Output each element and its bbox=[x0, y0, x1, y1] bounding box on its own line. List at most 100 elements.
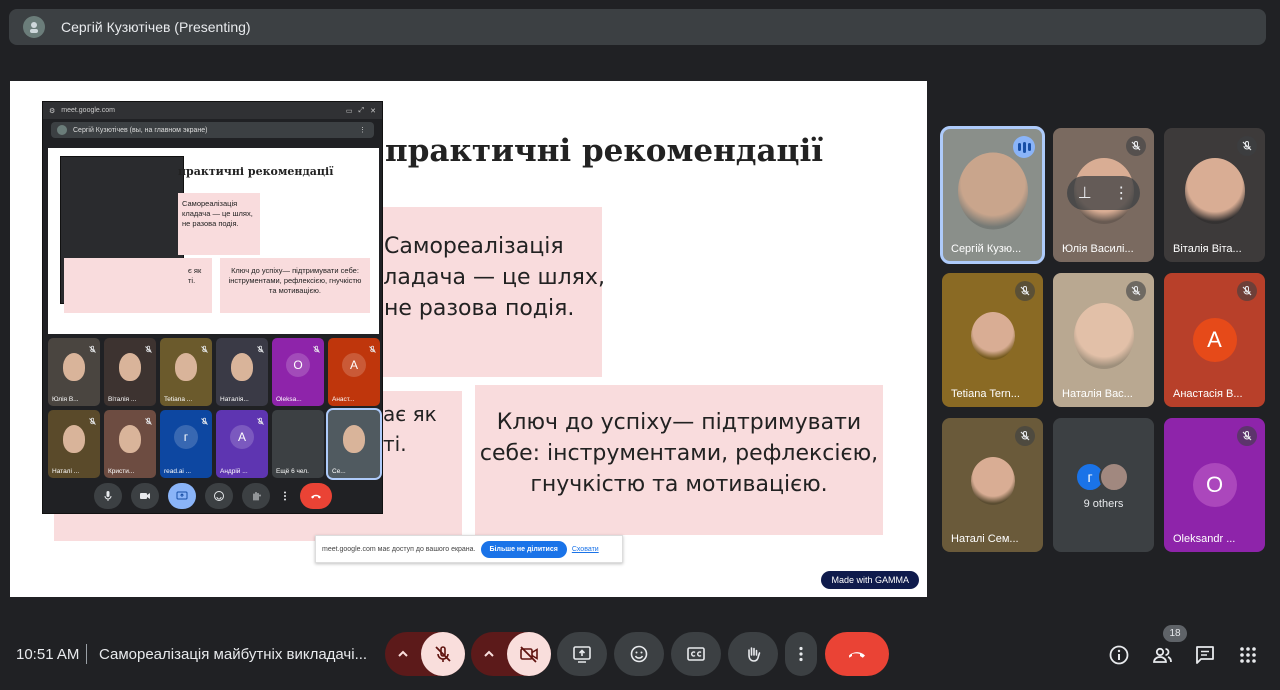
more-options-button[interactable] bbox=[785, 632, 817, 676]
present-button[interactable] bbox=[557, 632, 607, 676]
pip-participant-tile[interactable]: Tetiana ... bbox=[160, 338, 212, 406]
participant-tile[interactable]: Tetiana Tern... bbox=[942, 273, 1043, 407]
camera-toggle-button[interactable] bbox=[507, 632, 551, 676]
meeting-info-button[interactable] bbox=[1106, 642, 1132, 668]
pip-emoji-button[interactable] bbox=[204, 483, 233, 509]
pip-expand-icon[interactable]: ⤢ bbox=[359, 107, 365, 115]
pip-minimize-icon[interactable]: ▭ bbox=[346, 107, 353, 115]
made-with-gamma-badge[interactable]: Made with GAMMA bbox=[821, 571, 919, 589]
hand-icon bbox=[748, 647, 761, 662]
participant-initial: г bbox=[174, 425, 198, 450]
screen-share-notice: meet.google.com має доступ до вашого екр… bbox=[315, 535, 623, 563]
pip-participant-tile[interactable]: Се... bbox=[326, 408, 382, 480]
participant-tile[interactable]: A Анастасія В... bbox=[1164, 273, 1265, 407]
pip-participant-tile[interactable]: O Oleksa... bbox=[272, 338, 324, 406]
captions-icon bbox=[687, 647, 705, 661]
pip-url: meet.google.com bbox=[61, 107, 115, 114]
chevron-up-icon[interactable] bbox=[481, 646, 497, 662]
pip-meet-window[interactable]: ⚙ meet.google.com ▭ ⤢ ✕ Сергій Кузютічев… bbox=[42, 101, 383, 514]
present-screen-icon bbox=[176, 491, 187, 500]
muted-indicator bbox=[1126, 281, 1146, 301]
pip-participant-tile[interactable]: Юлія В... bbox=[48, 338, 100, 406]
meeting-title: Самореалізація майбутніх викладачі... bbox=[99, 646, 368, 663]
card1-line: не разова подія. bbox=[384, 296, 575, 321]
participant-tile[interactable]: Наталі Сем... bbox=[942, 418, 1043, 552]
participant-name: Oleksandr ... bbox=[1173, 533, 1236, 545]
pip-title-bar: ⚙ meet.google.com ▭ ⤢ ✕ bbox=[43, 102, 382, 119]
hide-notice-link[interactable]: Сховати bbox=[572, 546, 599, 553]
more-vertical-icon[interactable]: ⋮ bbox=[1113, 183, 1129, 203]
pip-leave-call-button[interactable] bbox=[299, 483, 332, 509]
leave-call-button[interactable] bbox=[825, 632, 889, 676]
pip-raise-hand-button[interactable] bbox=[241, 483, 270, 509]
stop-sharing-button[interactable]: Більше не ділитися bbox=[480, 540, 567, 558]
pin-icon[interactable]: ⊥ bbox=[1078, 183, 1092, 203]
speaking-indicator bbox=[1013, 136, 1035, 158]
participant-name: Сергій Кузю... bbox=[951, 243, 1022, 255]
pip-close-icon[interactable]: ✕ bbox=[370, 107, 376, 115]
pip-settings-icon[interactable]: ⚙ bbox=[49, 107, 55, 115]
slide-card-1-text: Самореалізація кладача — це шлях, не раз… bbox=[370, 231, 605, 324]
pip-participant-tile[interactable]: Кристи... bbox=[104, 410, 156, 478]
participant-name: Віталія Віта... bbox=[1173, 243, 1242, 255]
mic-off-icon bbox=[257, 417, 264, 425]
participant-name: Наталія... bbox=[220, 396, 249, 403]
chevron-up-icon[interactable] bbox=[395, 646, 411, 662]
participant-tile[interactable]: Віталія Віта... bbox=[1164, 128, 1265, 262]
pip-presenter-label: Сергій Кузютічев (вы, на главном экране) bbox=[73, 126, 208, 134]
chat-icon bbox=[1196, 646, 1214, 664]
mic-off-icon bbox=[89, 345, 96, 353]
participant-initial: O bbox=[1192, 463, 1237, 507]
slide-card-2-text: Ключ до успіху— підтримувати себе: інстр… bbox=[475, 407, 883, 500]
pip-participant-tile[interactable]: г read.ai ... bbox=[160, 410, 212, 478]
hang-up-icon bbox=[849, 652, 865, 658]
participant-tile[interactable]: Наталія Вас... bbox=[1053, 273, 1154, 407]
participant-tile[interactable]: Сергій Кузю... bbox=[940, 126, 1045, 264]
pip-mic-button[interactable] bbox=[93, 483, 122, 509]
pip-participant-tile[interactable]: Ещё 6 чел. bbox=[272, 410, 324, 478]
activities-button[interactable] bbox=[1235, 642, 1261, 668]
pip-more-icon[interactable]: ⋮ bbox=[359, 126, 366, 134]
camera-icon bbox=[139, 493, 150, 499]
pip-participant-tile[interactable]: Наталі ... bbox=[48, 410, 100, 478]
participant-tile[interactable]: ⊥ ⋮ Юлія Василі... bbox=[1053, 128, 1154, 262]
pip-more-options-button[interactable] bbox=[279, 483, 291, 509]
chat-button[interactable] bbox=[1192, 642, 1218, 668]
raise-hand-button[interactable] bbox=[728, 632, 778, 676]
pip-camera-button[interactable] bbox=[130, 483, 159, 509]
pip-present-button[interactable] bbox=[167, 483, 196, 509]
card2-line: себе: інструментами, рефлексією, bbox=[479, 441, 879, 466]
captions-button[interactable] bbox=[671, 632, 721, 676]
more-vertical-icon bbox=[799, 646, 803, 662]
reactions-button[interactable] bbox=[614, 632, 664, 676]
camera-off-icon bbox=[520, 646, 538, 663]
participant-video bbox=[63, 424, 85, 453]
emoji-icon bbox=[630, 645, 648, 663]
present-screen-icon bbox=[573, 646, 591, 663]
others-avatars: г bbox=[1075, 462, 1129, 492]
more-vertical-icon bbox=[283, 491, 286, 501]
card3-line: ає як bbox=[383, 402, 437, 426]
pip-participant-tile[interactable]: A Андрій ... bbox=[216, 410, 268, 478]
people-button[interactable] bbox=[1149, 642, 1175, 668]
pip-participant-tile[interactable]: Наталія... bbox=[216, 338, 268, 406]
mic-toggle-button[interactable] bbox=[421, 632, 465, 676]
participant-initial: A bbox=[230, 425, 254, 450]
participant-name: Андрій ... bbox=[220, 468, 248, 475]
pip-card-1: Самореалізація кладача — це шлях, не раз… bbox=[178, 193, 260, 255]
pip-slide: практичні рекомендації Самореалізація кл… bbox=[48, 148, 379, 334]
participant-video bbox=[63, 352, 85, 381]
participant-tile[interactable]: O Oleksandr ... bbox=[1164, 418, 1265, 552]
participant-name: Кристи... bbox=[108, 468, 135, 475]
people-icon bbox=[1153, 647, 1172, 663]
participant-video bbox=[119, 352, 141, 381]
hang-up-icon bbox=[310, 494, 321, 499]
participant-initial: A bbox=[1192, 318, 1237, 362]
pip-participant-tile[interactable]: Віталія ... bbox=[104, 338, 156, 406]
pip-card-3: є як ті. bbox=[64, 258, 212, 313]
mic-off-icon bbox=[1131, 286, 1141, 296]
others-tile[interactable]: г 9 others bbox=[1053, 418, 1154, 552]
participant-name: Tetiana ... bbox=[164, 396, 193, 403]
camera-control-group bbox=[471, 632, 551, 676]
pip-participant-tile[interactable]: A Анаст... bbox=[328, 338, 380, 406]
